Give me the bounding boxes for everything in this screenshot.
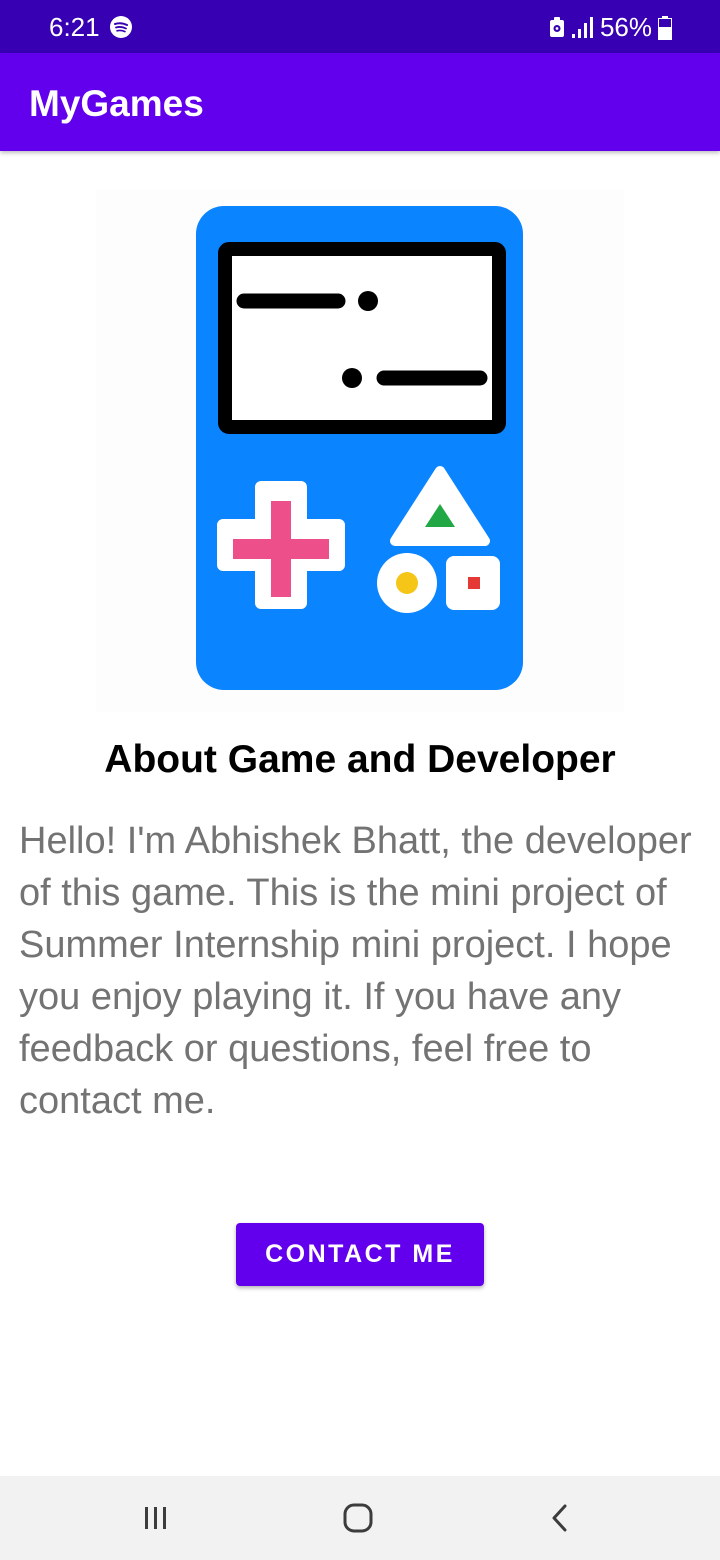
back-button[interactable] bbox=[540, 1498, 580, 1538]
app-title: MyGames bbox=[29, 83, 204, 124]
home-button[interactable] bbox=[338, 1498, 378, 1538]
status-time: 6:21 bbox=[49, 12, 100, 42]
page-heading: About Game and Developer bbox=[104, 738, 616, 781]
recents-icon bbox=[145, 1507, 166, 1529]
battery-icon bbox=[658, 15, 672, 40]
battery-percent: 56% bbox=[599, 12, 652, 42]
developer-description: Hello! I'm Abhishek Bhatt, the developer… bbox=[19, 820, 692, 1122]
home-icon bbox=[343, 1503, 373, 1533]
handheld-game-console-icon bbox=[96, 189, 624, 712]
back-icon bbox=[552, 1504, 567, 1532]
recents-button[interactable] bbox=[136, 1498, 176, 1538]
system-nav-bar bbox=[0, 1476, 720, 1560]
app-bar: MyGames bbox=[0, 53, 720, 151]
status-bar: 6:21 56% bbox=[0, 0, 720, 53]
contact-me-button[interactable]: CONTACT ME bbox=[236, 1223, 484, 1286]
data-saver-icon bbox=[549, 16, 564, 37]
spotify-icon bbox=[110, 16, 132, 38]
signal-icon bbox=[571, 16, 593, 38]
